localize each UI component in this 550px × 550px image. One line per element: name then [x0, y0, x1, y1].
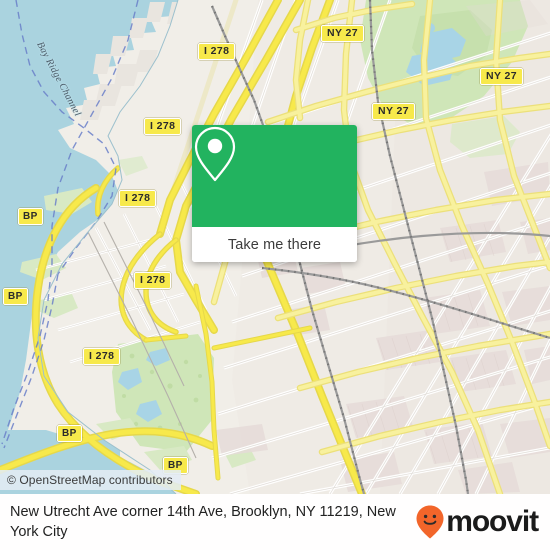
highway-shield-bp-2: BP — [3, 288, 28, 305]
highway-shield-i278-1: I 278 — [198, 43, 236, 60]
highway-shield-i278-3: I 278 — [119, 190, 157, 207]
moovit-wordmark: moovit — [446, 505, 539, 538]
address-line-1: New Utrecht Ave corner 14th Ave, Brookly… — [10, 504, 316, 520]
take-me-there-label: Take me there — [227, 236, 322, 253]
address-text: New Utrecht Ave corner 14th Ave, Brookly… — [0, 502, 415, 542]
highway-shield-bp-1: BP — [18, 208, 43, 225]
moovit-smiley-pin-icon — [416, 505, 444, 539]
card-pin-area — [192, 125, 357, 227]
highway-shield-ny27-2: NY 27 — [480, 68, 523, 85]
map-screenshot: Bay Ridge Channel I 278 I 278 I 278 I 27… — [0, 0, 550, 550]
highway-shield-bp-3: BP — [57, 425, 82, 442]
osm-attribution[interactable]: © OpenStreetMap contributors — [0, 470, 181, 490]
take-me-there-button[interactable]: Take me there — [192, 227, 357, 262]
map-canvas[interactable]: Bay Ridge Channel I 278 I 278 I 278 I 27… — [0, 0, 550, 494]
highway-shield-i278-5: I 278 — [83, 348, 121, 365]
highway-shield-ny27-1: NY 27 — [321, 25, 364, 42]
highway-shield-i278-4: I 278 — [134, 272, 172, 289]
highway-shield-ny27-3: NY 27 — [372, 103, 415, 120]
take-me-there-card[interactable]: Take me there — [192, 125, 357, 262]
footer-bar: New Utrecht Ave corner 14th Ave, Brookly… — [0, 494, 550, 550]
highway-shield-i278-2: I 278 — [144, 118, 182, 135]
map-pin-icon — [194, 126, 236, 182]
moovit-logo[interactable]: moovit — [415, 504, 550, 540]
